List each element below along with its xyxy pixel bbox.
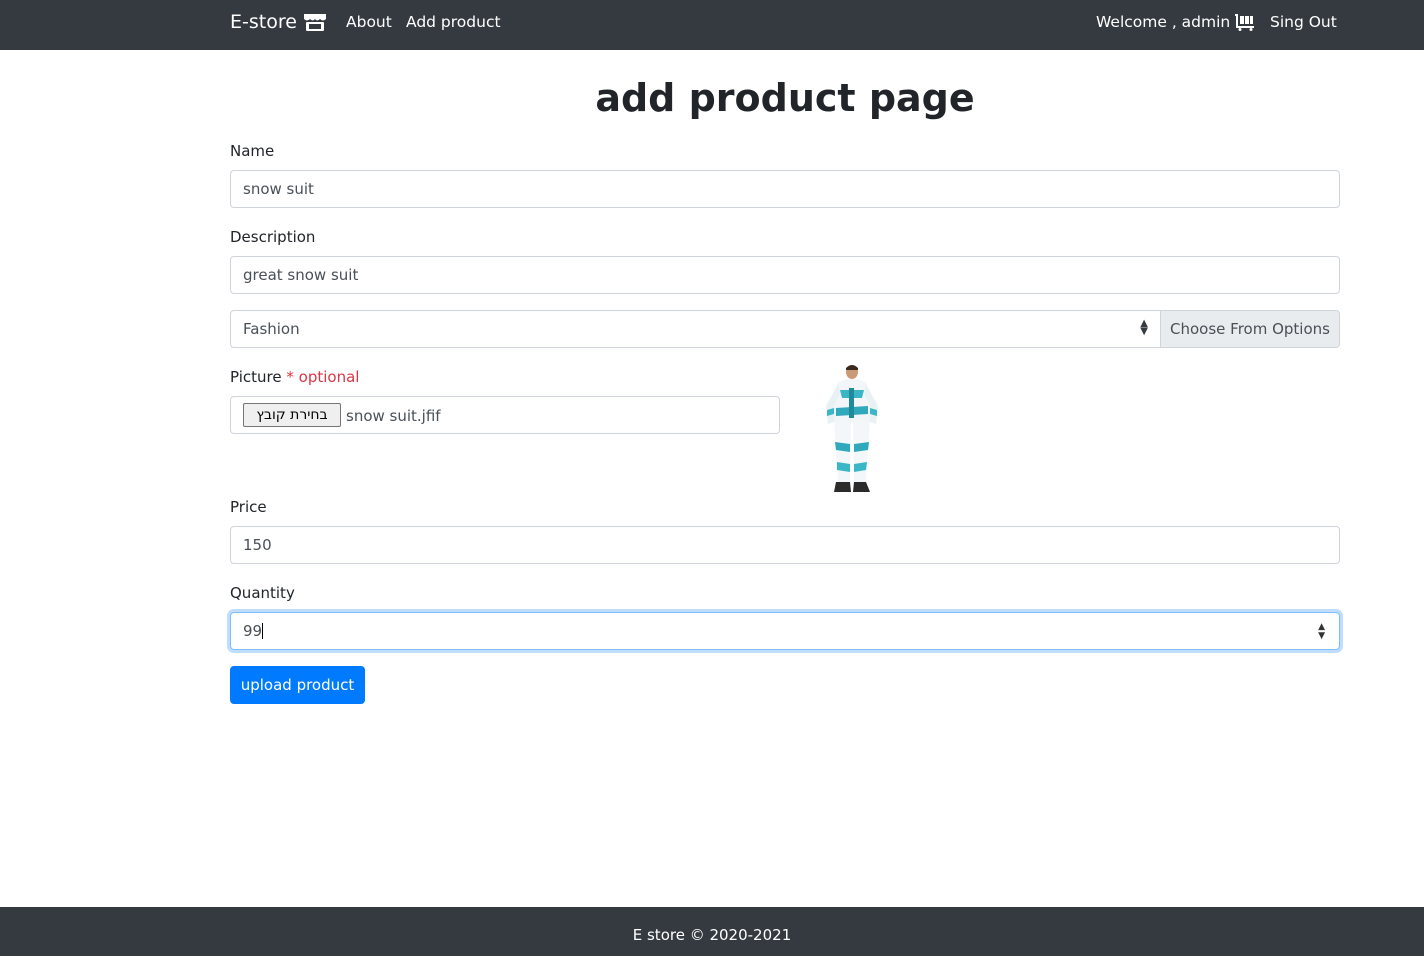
picture-label-text: Picture	[230, 368, 282, 386]
cart-icon[interactable]	[1234, 13, 1256, 31]
text-caret	[262, 623, 264, 639]
name-label: Name	[230, 142, 275, 160]
quantity-value-text: 99	[243, 622, 263, 640]
product-preview-image	[826, 365, 878, 492]
quantity-label: Quantity	[230, 584, 295, 602]
navbar: E-store About Add product Welcome , admi…	[0, 0, 1424, 50]
quantity-value: 99	[243, 622, 264, 640]
picture-label: Picture * optional	[230, 368, 359, 386]
nav-add-product-link[interactable]: Add product	[406, 13, 501, 31]
description-label: Description	[230, 228, 316, 246]
brand-text: E-store	[230, 11, 297, 33]
select-arrows-icon: ▲ ▼	[1140, 318, 1148, 337]
upload-product-button[interactable]: upload product	[230, 666, 365, 704]
signout-link[interactable]: Sing Out	[1270, 13, 1337, 31]
footer-text: E store © 2020-2021	[632, 926, 792, 944]
price-input[interactable]	[230, 526, 1340, 564]
picture-file-input[interactable]: בחירת קובץ snow suit.jfif	[230, 396, 780, 434]
page-title: add product page	[595, 76, 975, 120]
choose-file-button[interactable]: בחירת קובץ	[243, 403, 341, 427]
file-name: snow suit.jfif	[346, 407, 441, 425]
brand-link[interactable]: E-store	[230, 11, 327, 33]
category-select[interactable]: Fashion ▲ ▼	[230, 310, 1161, 348]
store-icon	[303, 14, 326, 31]
spinner-icon[interactable]: ▲ ▼	[1318, 623, 1325, 641]
choose-from-options-button[interactable]: Choose From Options	[1160, 310, 1340, 348]
name-input[interactable]	[230, 170, 1340, 208]
footer: E store © 2020-2021	[0, 907, 1424, 956]
category-selected-value: Fashion	[243, 320, 300, 338]
welcome-text: Welcome , admin	[1096, 13, 1231, 31]
price-label: Price	[230, 498, 267, 516]
description-input[interactable]	[230, 256, 1340, 294]
nav-about-link[interactable]: About	[346, 13, 392, 31]
optional-note: * optional	[286, 368, 360, 386]
quantity-input[interactable]: 99 ▲ ▼	[230, 612, 1340, 650]
